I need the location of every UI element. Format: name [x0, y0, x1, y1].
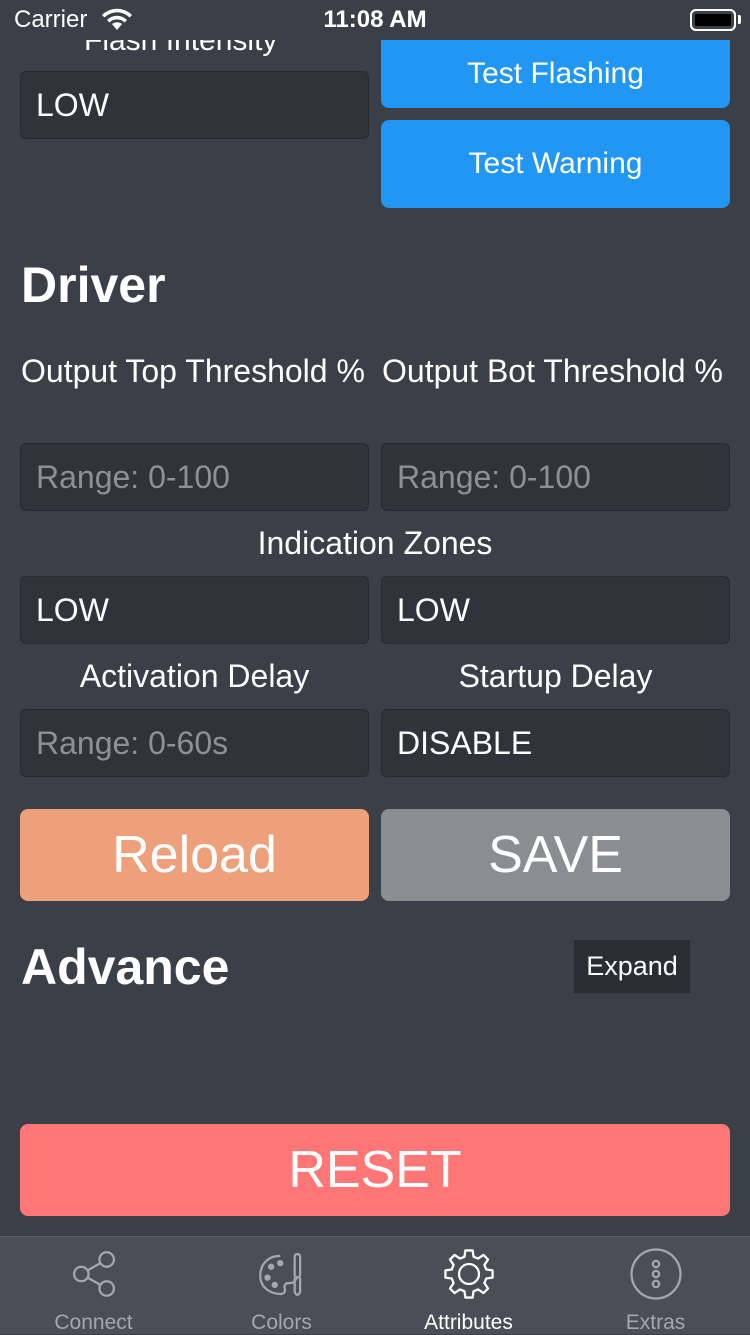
- tab-colors[interactable]: Colors: [188, 1237, 375, 1335]
- tab-extras[interactable]: Extras: [562, 1237, 749, 1335]
- flash-intensity-select[interactable]: LOW: [20, 71, 369, 139]
- gear-icon: [443, 1249, 494, 1299]
- battery-indicator: [690, 9, 736, 31]
- advance-title: Advance: [21, 939, 230, 995]
- top-threshold-label: Output Top Threshold %: [21, 353, 365, 389]
- top-threshold-input[interactable]: Range: 0-100: [20, 443, 369, 511]
- tab-label-extras: Extras: [625, 1311, 686, 1334]
- test-flashing-button[interactable]: Test Flashing: [381, 40, 730, 108]
- tab-label-connect: Connect: [54, 1311, 133, 1334]
- tab-attributes[interactable]: Attributes: [375, 1237, 562, 1335]
- indication-zone-right-select[interactable]: LOW: [381, 576, 730, 644]
- activation-delay-input[interactable]: Range: 0-60s: [20, 709, 369, 777]
- bot-threshold-input[interactable]: Range: 0-100: [381, 443, 730, 511]
- indication-zone-left-select[interactable]: LOW: [20, 576, 369, 644]
- tab-label-attributes: Attributes: [424, 1311, 513, 1334]
- activation-delay-label: Activation Delay: [79, 658, 310, 694]
- bot-threshold-label: Output Bot Threshold %: [382, 353, 723, 389]
- startup-delay-select[interactable]: DISABLE: [381, 709, 730, 777]
- expand-button[interactable]: Expand: [574, 940, 690, 993]
- reset-button[interactable]: RESET: [20, 1124, 730, 1216]
- palette-icon: [258, 1252, 301, 1296]
- tab-bar: Connect Colors Attributes Extras: [0, 1236, 750, 1334]
- share-icon: [72, 1251, 115, 1297]
- driver-title: Driver: [21, 257, 166, 313]
- save-button[interactable]: SAVE: [381, 809, 730, 901]
- reload-button[interactable]: Reload: [20, 809, 369, 901]
- status-clock: 11:08 AM: [323, 6, 427, 33]
- indication-zones-label: Indication Zones: [257, 525, 493, 561]
- tab-connect[interactable]: Connect: [0, 1237, 187, 1335]
- more-icon: [629, 1248, 682, 1300]
- startup-delay-label: Startup Delay: [458, 658, 653, 694]
- test-warning-button[interactable]: Test Warning: [381, 120, 730, 208]
- tab-label-colors: Colors: [251, 1311, 312, 1334]
